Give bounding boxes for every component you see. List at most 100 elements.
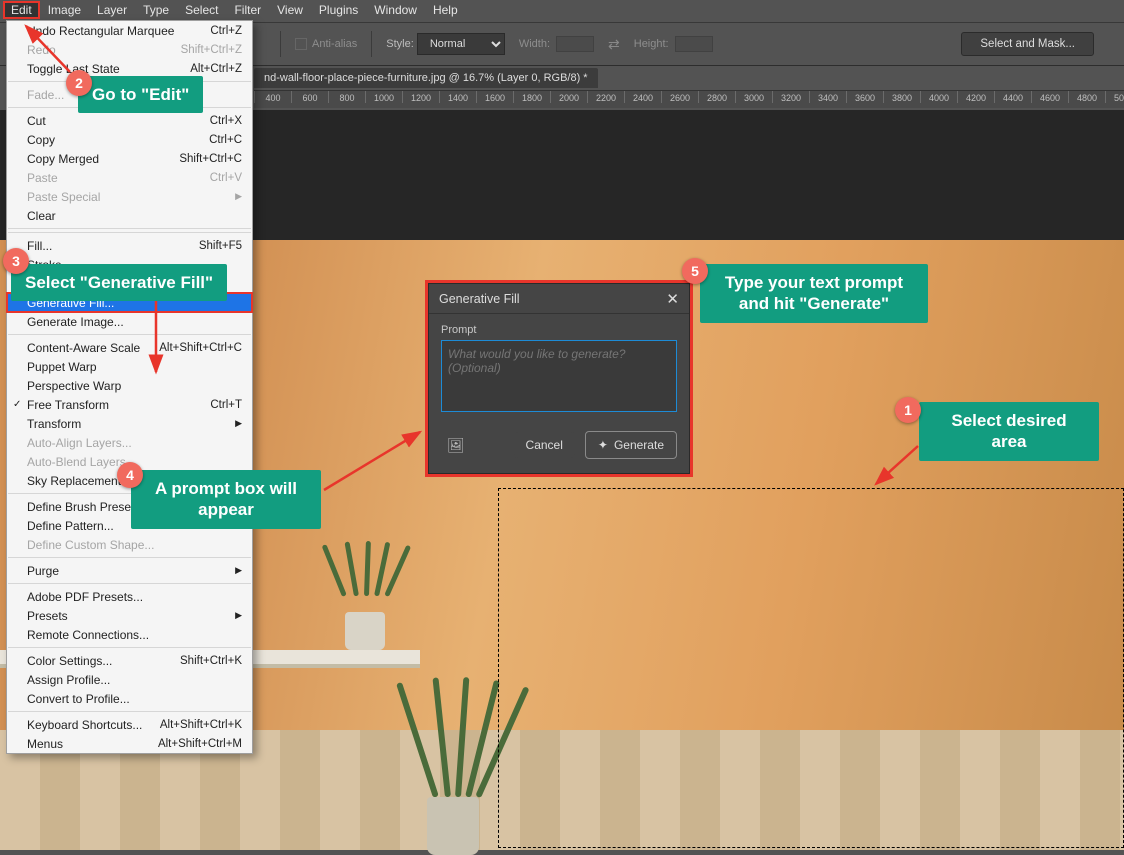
menu-item-label: Puppet Warp [27, 360, 97, 374]
ruler-tick: 1200 [402, 91, 439, 103]
menu-plugins[interactable]: Plugins [311, 1, 366, 19]
ruler-tick: 4800 [1068, 91, 1105, 103]
menu-item-label: Paste [27, 171, 58, 185]
ruler-tick: 2000 [550, 91, 587, 103]
menu-item-shortcut: Alt+Shift+Ctrl+M [158, 738, 242, 750]
menu-item[interactable]: Copy MergedShift+Ctrl+C [7, 149, 252, 168]
badge-1: 1 [895, 397, 921, 423]
width-field[interactable]: Width: [519, 36, 594, 52]
menu-item-label: Free Transform [27, 398, 109, 412]
menu-item-label: Clear [27, 209, 56, 223]
menu-item: Auto-Align Layers... [7, 433, 252, 452]
menu-item-label: Define Pattern... [27, 519, 114, 533]
dialog-titlebar[interactable]: Generative Fill ✕ [429, 284, 689, 314]
canvas-plant-large [415, 670, 495, 855]
menu-item-label: Fade... [27, 88, 64, 102]
ruler-tick: 4000 [920, 91, 957, 103]
ruler-tick: 2200 [587, 91, 624, 103]
sparkle-icon: ✦ [598, 438, 608, 452]
menu-item-shortcut: Ctrl+X [210, 115, 242, 127]
menu-item-shortcut: Ctrl+T [210, 399, 242, 411]
menu-item-label: Presets [27, 609, 68, 623]
menu-type[interactable]: Type [135, 1, 177, 19]
badge-3: 3 [3, 248, 29, 274]
menu-item-label: Paste Special [27, 190, 100, 204]
menu-item-label: Assign Profile... [27, 673, 110, 687]
ruler-tick: 4600 [1031, 91, 1068, 103]
menu-edit[interactable]: Edit [3, 1, 40, 19]
menu-item: Paste Special ▶ [7, 187, 252, 206]
select-and-mask-button[interactable]: Select and Mask... [961, 32, 1094, 56]
ruler-tick: 3400 [809, 91, 846, 103]
menu-item[interactable]: Undo Rectangular MarqueeCtrl+Z [7, 21, 252, 40]
menu-item[interactable]: Content-Aware ScaleAlt+Shift+Ctrl+C [7, 338, 252, 357]
cancel-button[interactable]: Cancel [514, 432, 575, 458]
menu-view[interactable]: View [269, 1, 311, 19]
menu-item-label: Sky Replacement... [27, 474, 131, 488]
menu-help[interactable]: Help [425, 1, 466, 19]
selection-marquee[interactable] [498, 488, 1124, 848]
height-field[interactable]: Height: [634, 36, 713, 52]
document-tab[interactable]: nd-wall-floor-place-piece-furniture.jpg … [254, 68, 598, 88]
prompt-label: Prompt [441, 324, 677, 336]
image-icon[interactable]: 🖼 [447, 437, 465, 454]
menu-item-label: Auto-Align Layers... [27, 436, 132, 450]
height-label: Height: [634, 38, 669, 50]
swap-icon[interactable]: ⇄ [608, 36, 620, 53]
menu-item-label: Undo Rectangular Marquee [27, 24, 174, 38]
menu-item-label: Purge [27, 564, 59, 578]
menu-item-label: Redo [27, 43, 56, 57]
antialias-checkbox[interactable]: Anti-alias [295, 38, 357, 50]
close-icon[interactable]: ✕ [666, 290, 679, 308]
ruler-tick: 5000 [1105, 91, 1124, 103]
menu-item[interactable]: Convert to Profile... [7, 689, 252, 708]
ruler-tick: 4400 [994, 91, 1031, 103]
prompt-input[interactable] [441, 340, 677, 412]
menu-image[interactable]: Image [40, 1, 89, 19]
menu-item[interactable]: Fill...Shift+F5 [7, 236, 252, 255]
menu-layer[interactable]: Layer [89, 1, 135, 19]
menu-item[interactable]: Clear [7, 206, 252, 225]
menu-select[interactable]: Select [177, 1, 226, 19]
menu-item[interactable]: Menus Alt+Shift+Ctrl+M [7, 734, 252, 753]
menu-item[interactable]: Presets▶ [7, 606, 252, 625]
menu-item[interactable]: Color Settings...Shift+Ctrl+K [7, 651, 252, 670]
menu-item[interactable]: Adobe PDF Presets... [7, 587, 252, 606]
width-label: Width: [519, 38, 550, 50]
menu-item[interactable]: Remote Connections... [7, 625, 252, 644]
menu-item[interactable]: Generate Image... [7, 312, 252, 331]
badge-5: 5 [682, 258, 708, 284]
callout-2: Go to "Edit" [78, 76, 203, 113]
menu-item[interactable]: ✓Free TransformCtrl+T [7, 395, 252, 414]
menu-item-shortcut: Alt+Shift+Ctrl+K [160, 719, 242, 731]
menu-item[interactable]: CopyCtrl+C [7, 130, 252, 149]
edit-dropdown-menu: Undo Rectangular MarqueeCtrl+ZRedoShift+… [6, 20, 253, 754]
menu-filter[interactable]: Filter [226, 1, 269, 19]
menu-item[interactable]: Transform▶ [7, 414, 252, 433]
generative-fill-dialog: Generative Fill ✕ Prompt 🖼 Cancel ✦ Gene… [428, 283, 690, 474]
menu-item[interactable]: Cut Ctrl+X [7, 111, 252, 130]
ruler-tick: 3000 [735, 91, 772, 103]
ruler-tick: 3800 [883, 91, 920, 103]
submenu-arrow-icon: ▶ [235, 418, 242, 429]
menu-item-label: Define Brush Preset... [27, 500, 144, 514]
ruler-tick: 600 [291, 91, 328, 103]
menu-item[interactable]: Keyboard Shortcuts...Alt+Shift+Ctrl+K [7, 715, 252, 734]
menu-window[interactable]: Window [366, 1, 425, 19]
submenu-arrow-icon: ▶ [235, 191, 242, 202]
menu-item[interactable]: Puppet Warp [7, 357, 252, 376]
submenu-arrow-icon: ▶ [235, 565, 242, 576]
menu-item[interactable]: Perspective Warp [7, 376, 252, 395]
menu-item-label: Menus [27, 737, 63, 751]
style-select[interactable]: Style: Normal [386, 33, 505, 55]
generate-button[interactable]: ✦ Generate [585, 431, 677, 459]
ruler-tick: 400 [254, 91, 291, 103]
menu-item-label: Perspective Warp [27, 379, 121, 393]
menu-item-label: Cut [27, 114, 46, 128]
menu-item-shortcut: Alt+Ctrl+Z [190, 63, 242, 75]
menu-item[interactable]: Assign Profile... [7, 670, 252, 689]
generate-button-label: Generate [614, 438, 664, 452]
menu-item: RedoShift+Ctrl+Z [7, 40, 252, 59]
ruler-tick: 3200 [772, 91, 809, 103]
menu-item[interactable]: Purge ▶ [7, 561, 252, 580]
